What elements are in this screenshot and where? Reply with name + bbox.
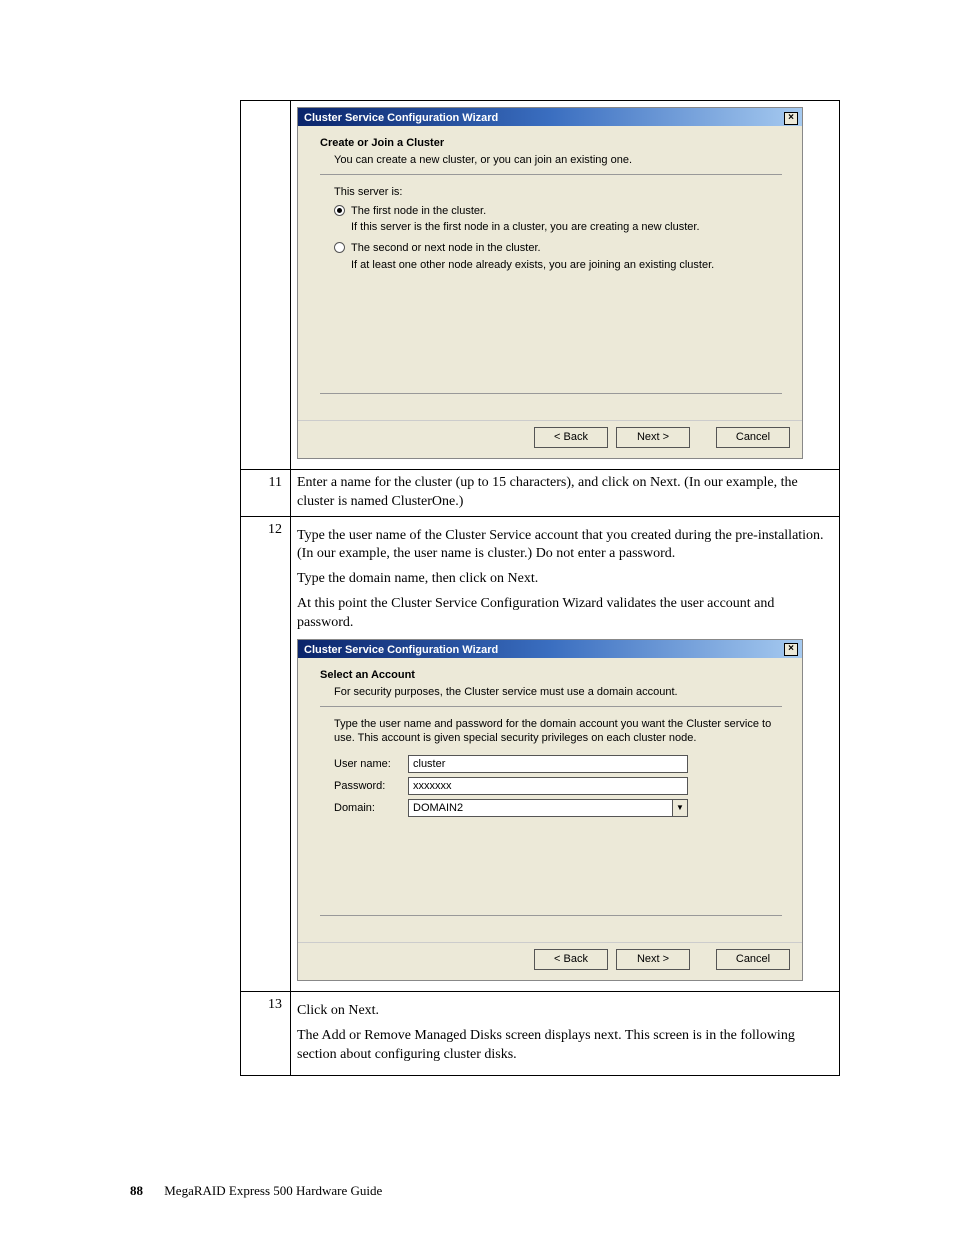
page-footer: 88 MegaRAID Express 500 Hardware Guide bbox=[130, 1183, 382, 1199]
domain-input[interactable] bbox=[408, 799, 672, 817]
step-12-num: 12 bbox=[241, 516, 291, 992]
radio-first-node-expl: If this server is the first node in a cl… bbox=[351, 220, 782, 235]
step-12-p3: At this point the Cluster Service Config… bbox=[297, 595, 833, 633]
steps-table: Cluster Service Configuration Wizard × C… bbox=[240, 100, 840, 1076]
dialog-heading: Create or Join a Cluster bbox=[320, 136, 782, 151]
chevron-down-icon[interactable]: ▼ bbox=[672, 799, 688, 817]
step-12-p1: Type the user name of the Cluster Servic… bbox=[297, 527, 833, 565]
divider bbox=[320, 174, 782, 175]
cancel-button-2[interactable]: Cancel bbox=[716, 949, 790, 970]
divider-2 bbox=[320, 706, 782, 707]
radio-first-node[interactable] bbox=[334, 205, 345, 216]
close-icon-2[interactable]: × bbox=[784, 643, 798, 656]
back-button-2[interactable]: < Back bbox=[534, 949, 608, 970]
username-input[interactable] bbox=[408, 755, 688, 773]
step-12-p2: Type the domain name, then click on Next… bbox=[297, 570, 833, 589]
cancel-button[interactable]: Cancel bbox=[716, 427, 790, 448]
step-13-p2: The Add or Remove Managed Disks screen d… bbox=[297, 1027, 833, 1065]
next-button[interactable]: Next > bbox=[616, 427, 690, 448]
step-13-p1: Click on Next. bbox=[297, 1002, 833, 1021]
password-label: Password: bbox=[334, 779, 408, 794]
server-is-label: This server is: bbox=[334, 185, 782, 200]
page-number: 88 bbox=[130, 1183, 143, 1198]
titlebar: Cluster Service Configuration Wizard × bbox=[298, 108, 802, 126]
radio-next-node-expl: If at least one other node already exist… bbox=[351, 258, 782, 273]
next-button-2[interactable]: Next > bbox=[616, 949, 690, 970]
step-12-content: Type the user name of the Cluster Servic… bbox=[291, 516, 840, 992]
password-input[interactable] bbox=[408, 777, 688, 795]
radio-next-node-label: The second or next node in the cluster. bbox=[351, 241, 541, 256]
divider-2b bbox=[320, 915, 782, 916]
window-title: Cluster Service Configuration Wizard bbox=[304, 111, 498, 126]
dialog2-subtitle: For security purposes, the Cluster servi… bbox=[334, 685, 782, 700]
step-num-blank bbox=[241, 101, 291, 470]
domain-combo[interactable]: ▼ bbox=[408, 799, 688, 817]
step-11-text: Enter a name for the cluster (up to 15 c… bbox=[291, 469, 840, 516]
dialog2-heading: Select an Account bbox=[320, 668, 782, 683]
dialog-subtitle: You can create a new cluster, or you can… bbox=[334, 153, 782, 168]
radio-next-node[interactable] bbox=[334, 242, 345, 253]
wizard-dialog-account: Cluster Service Configuration Wizard × S… bbox=[297, 639, 803, 981]
step-13-content: Click on Next. The Add or Remove Managed… bbox=[291, 992, 840, 1076]
step-content-dialog1: Cluster Service Configuration Wizard × C… bbox=[291, 101, 840, 470]
wizard-dialog-create-join: Cluster Service Configuration Wizard × C… bbox=[297, 107, 803, 459]
divider-bottom bbox=[320, 393, 782, 394]
radio-first-node-label: The first node in the cluster. bbox=[351, 204, 486, 219]
domain-label: Domain: bbox=[334, 801, 408, 816]
footer-title: MegaRAID Express 500 Hardware Guide bbox=[164, 1183, 382, 1198]
window-title-2: Cluster Service Configuration Wizard bbox=[304, 643, 498, 658]
dialog2-instr: Type the user name and password for the … bbox=[334, 717, 782, 746]
titlebar-2: Cluster Service Configuration Wizard × bbox=[298, 640, 802, 658]
step-13-num: 13 bbox=[241, 992, 291, 1076]
step-11-num: 11 bbox=[241, 469, 291, 516]
close-icon[interactable]: × bbox=[784, 112, 798, 125]
back-button[interactable]: < Back bbox=[534, 427, 608, 448]
username-label: User name: bbox=[334, 757, 408, 772]
